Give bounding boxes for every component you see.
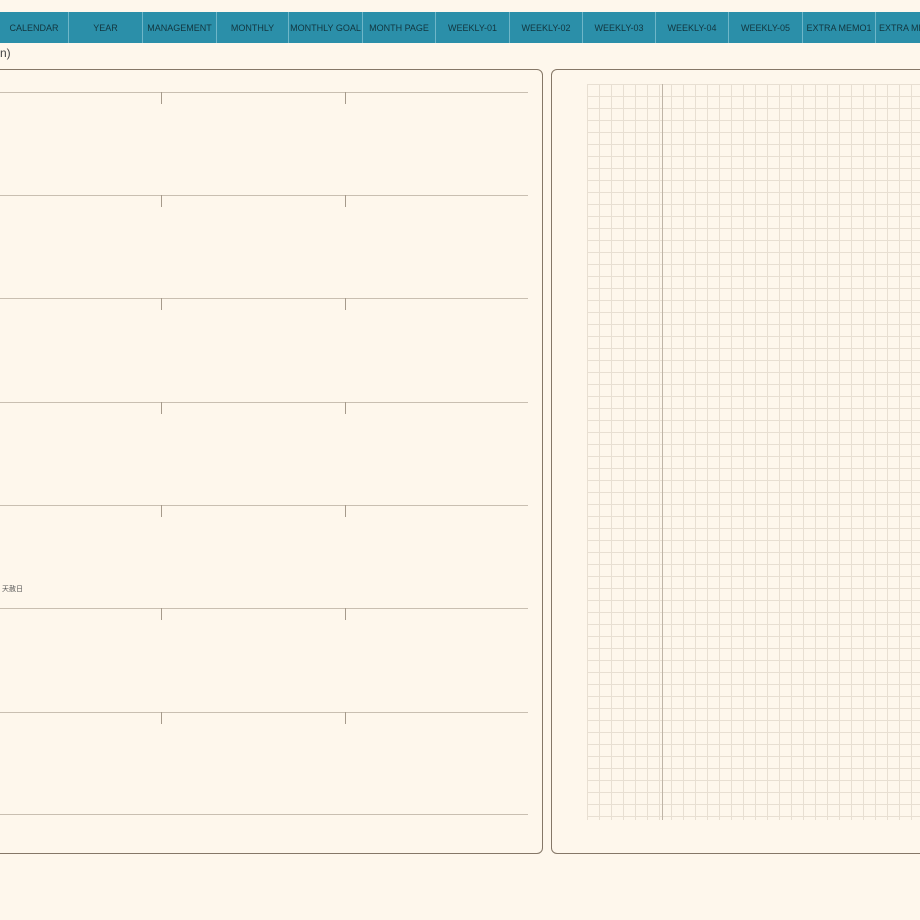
tab-bar: CALENDAR YEAR MANAGEMENT MONTHLY MONTHLY… (0, 12, 920, 43)
column-tick (345, 195, 346, 207)
grid-paper[interactable] (587, 84, 920, 820)
column-tick (161, 505, 162, 517)
row-line (0, 505, 528, 506)
row-line (0, 195, 528, 196)
tab-management[interactable]: MANAGEMENT (143, 12, 217, 43)
planner-page: CALENDAR YEAR MANAGEMENT MONTHLY MONTHLY… (0, 0, 920, 920)
column-tick (345, 402, 346, 414)
tab-weekly-02[interactable]: WEEKLY-02 (510, 12, 583, 43)
row-line (0, 298, 528, 299)
tab-weekly-01[interactable]: WEEKLY-01 (436, 12, 510, 43)
tab-weekly-05[interactable]: WEEKLY-05 (729, 12, 803, 43)
row-line (0, 712, 528, 713)
row-line (0, 92, 528, 93)
tab-monthly[interactable]: MONTHLY (217, 12, 289, 43)
tab-month-page[interactable]: MONTH PAGE (363, 12, 436, 43)
column-tick (161, 298, 162, 310)
column-tick (345, 608, 346, 620)
column-tick (345, 298, 346, 310)
daily-entries-panel (0, 69, 543, 854)
tab-weekly-03[interactable]: WEEKLY-03 (583, 12, 656, 43)
tab-year[interactable]: YEAR (69, 12, 143, 43)
tab-extra-memo1[interactable]: EXTRA MEMO1 (803, 12, 876, 43)
grid-divider-line (662, 84, 663, 820)
day-note: 天赦日 (2, 586, 23, 593)
column-tick (345, 712, 346, 724)
column-tick (161, 195, 162, 207)
tab-weekly-04[interactable]: WEEKLY-04 (656, 12, 729, 43)
date-label: n) (0, 46, 11, 60)
tab-monthly-goal[interactable]: MONTHLY GOAL (289, 12, 363, 43)
column-tick (345, 92, 346, 104)
column-tick (161, 712, 162, 724)
row-line (0, 608, 528, 609)
column-tick (161, 608, 162, 620)
column-tick (345, 505, 346, 517)
tab-extra-memo2[interactable]: EXTRA ME (876, 12, 920, 43)
column-tick (161, 92, 162, 104)
row-line (0, 402, 528, 403)
tab-calendar[interactable]: CALENDAR (0, 12, 69, 43)
row-line (0, 814, 528, 815)
column-tick (161, 402, 162, 414)
